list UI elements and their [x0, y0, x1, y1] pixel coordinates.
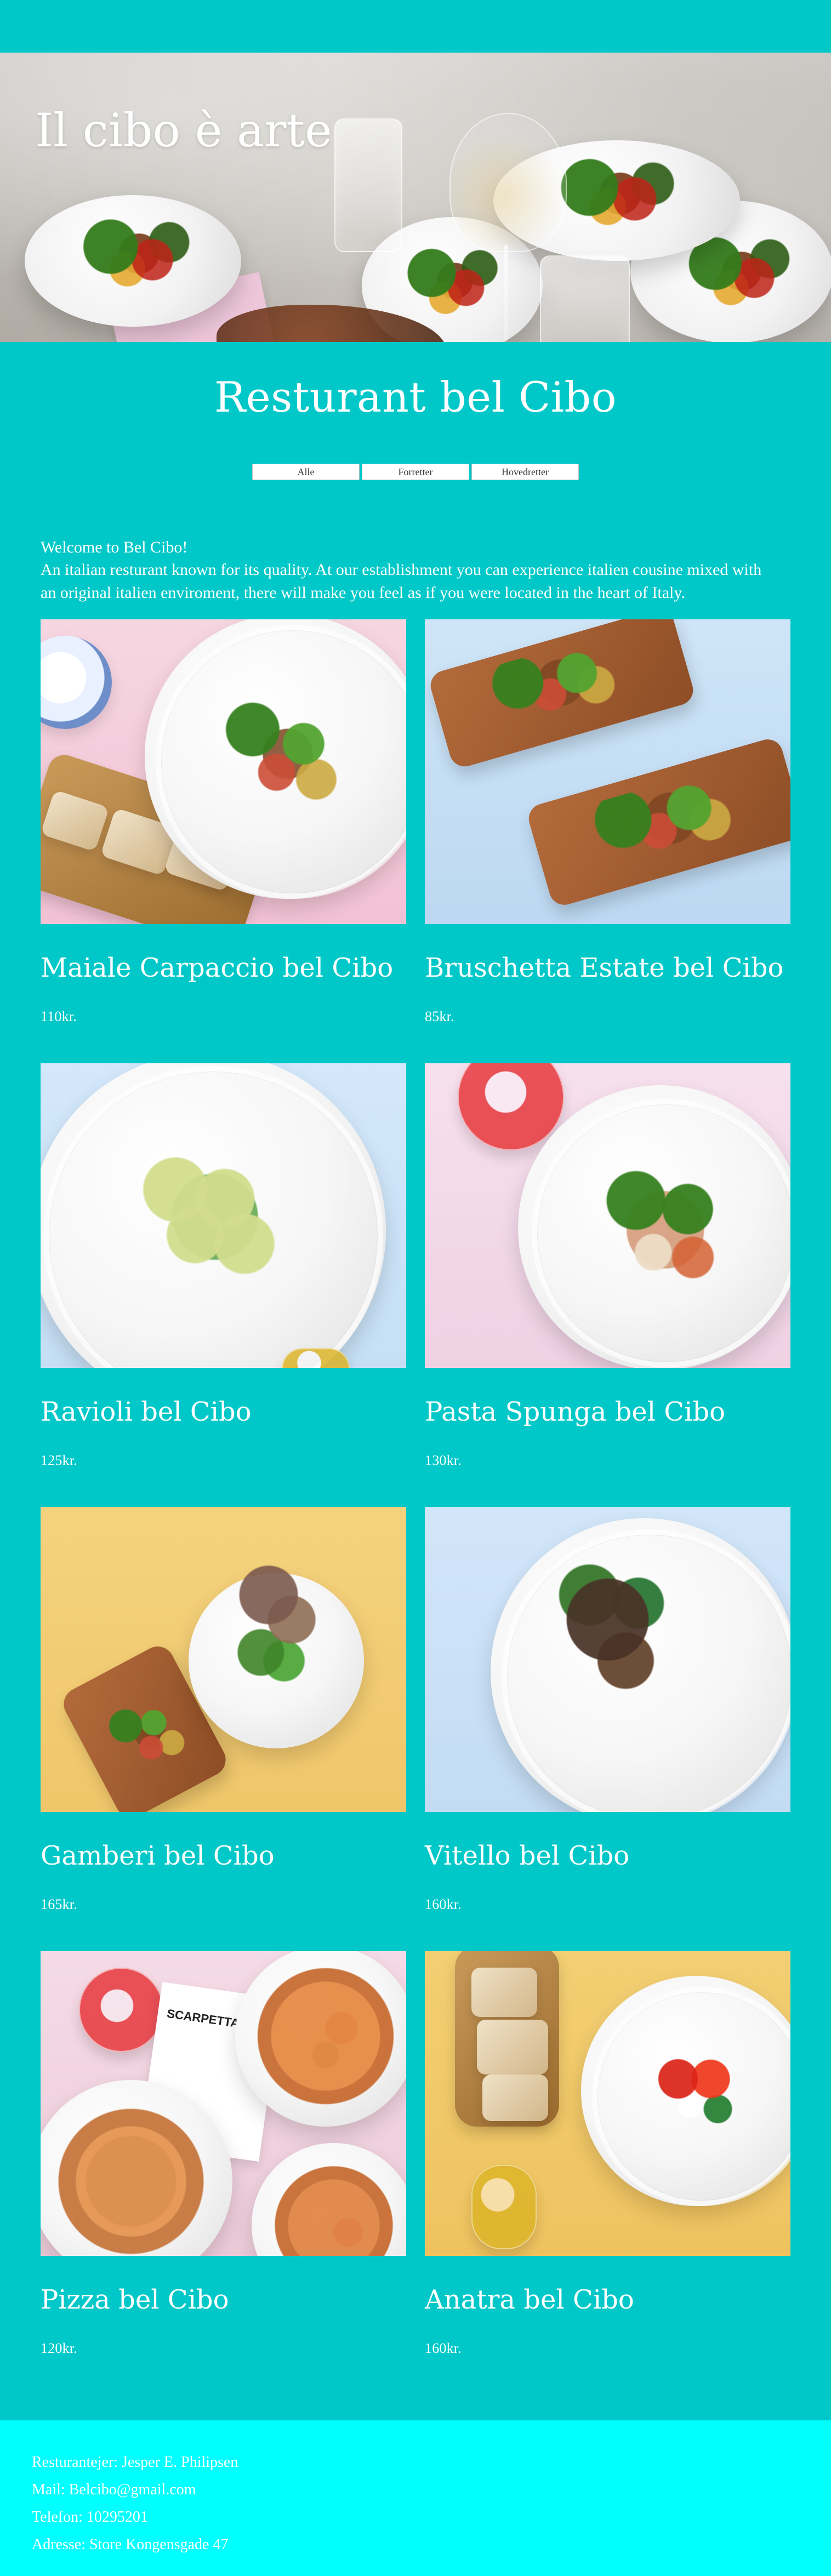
footer: Resturantejer: Jesper E. Philipsen Mail:…: [0, 2420, 831, 2576]
menu-grid: Maiale Carpaccio bel Cibo 110kr. Brusche…: [41, 619, 790, 2366]
drink-glass: [79, 1968, 163, 2052]
hero-wine-stem: [504, 244, 508, 342]
page-title: Resturant bel Cibo: [214, 373, 617, 421]
hero-food-salad: [52, 212, 219, 299]
menu-card[interactable]: Ravioli bel Cibo 125kr.: [41, 1063, 406, 1478]
dish-name: Maiale Carpaccio bel Cibo: [41, 953, 394, 983]
footer-address: Adresse: Store Kongensgade 47: [32, 2536, 229, 2553]
filter-all-button[interactable]: Alle: [252, 464, 360, 480]
dish-price: 110kr.: [41, 1008, 77, 1024]
hero-wine-glass: [449, 113, 567, 252]
dish-image: [41, 1063, 406, 1368]
welcome-description: An italian resturant known for its quali…: [41, 561, 762, 602]
dish-name: Pasta Spunga bel Cibo: [425, 1397, 726, 1427]
hero-water-glass-2: [540, 255, 630, 342]
welcome-heading: Welcome to Bel Cibo!: [41, 538, 188, 556]
dish-image: [425, 619, 790, 924]
hero-banner: Il cibo è arte: [0, 53, 831, 342]
dip-bowl: [41, 636, 112, 729]
dish-image: [425, 1063, 790, 1368]
bread-piece: [482, 2075, 548, 2121]
menu-card[interactable]: Bruschetta Estate bel Cibo 85kr.: [425, 619, 790, 1034]
top-band: [0, 0, 831, 53]
filter-mains-button[interactable]: Hovedretter: [471, 464, 579, 480]
dish-price: 130kr.: [425, 1452, 462, 1468]
pizza: [246, 1957, 405, 2116]
menu-card[interactable]: Vitello bel Cibo 160kr.: [425, 1507, 790, 1922]
welcome-text: Welcome to Bel Cibo! An italian resturan…: [41, 536, 775, 604]
dish-name: Bruschetta Estate bel Cibo: [425, 953, 784, 983]
footer-mail: Mail: Belcibo@gmail.com: [32, 2481, 196, 2498]
dish-image: SCARPETTA: [41, 1951, 406, 2256]
dish-food: [636, 2031, 756, 2151]
dish-name: Gamberi bel Cibo: [41, 1840, 275, 1871]
dish-food: [200, 1546, 353, 1710]
footer-owner: Resturantejer: Jesper E. Philipsen: [32, 2454, 238, 2471]
menu-card[interactable]: Pasta Spunga bel Cibo 130kr.: [425, 1063, 790, 1478]
menu-card[interactable]: Anatra bel Cibo 160kr.: [425, 1951, 790, 2366]
footer-phone: Telefon: 10295201: [32, 2509, 148, 2526]
oil-bottle: [471, 2165, 537, 2249]
menu-card[interactable]: Gamberi bel Cibo 165kr.: [41, 1507, 406, 1922]
dish-name: Ravioli bel Cibo: [41, 1397, 252, 1427]
menu-card[interactable]: Maiale Carpaccio bel Cibo 110kr.: [41, 619, 406, 1034]
dish-price: 120kr.: [41, 2340, 77, 2356]
dish-price: 165kr.: [41, 1896, 77, 1912]
contact-info: Resturantejer: Jesper E. Philipsen Mail:…: [32, 2449, 238, 2558]
menu-filter-bar: Alle Forretter Hovedretter: [0, 464, 831, 480]
hero-title: Il cibo è arte: [35, 104, 332, 157]
dish-name: Vitello bel Cibo: [425, 1840, 630, 1871]
dish-price: 85kr.: [425, 1008, 454, 1024]
drink-glass: [458, 1063, 564, 1150]
dish-price: 160kr.: [425, 2340, 462, 2356]
dish-image: [41, 1507, 406, 1812]
bread-piece: [477, 2020, 548, 2075]
dish-food: [576, 1140, 748, 1313]
menu-card[interactable]: SCARPETTA Pizza bel Cibo 120kr.: [41, 1951, 406, 2366]
hero-water-glass: [334, 118, 402, 252]
filter-starters-button[interactable]: Forretter: [362, 464, 469, 480]
dish-price: 125kr.: [41, 1452, 77, 1468]
dish-name: Anatra bel Cibo: [425, 2284, 634, 2315]
dish-name: Pizza bel Cibo: [41, 2284, 229, 2315]
dish-price: 160kr.: [425, 1896, 462, 1912]
bread-piece: [471, 1968, 537, 2017]
dish-image: [425, 1507, 790, 1812]
dish-image: [41, 619, 406, 924]
seasoning-bowl: [282, 1348, 350, 1368]
dish-image: [425, 1951, 790, 2256]
